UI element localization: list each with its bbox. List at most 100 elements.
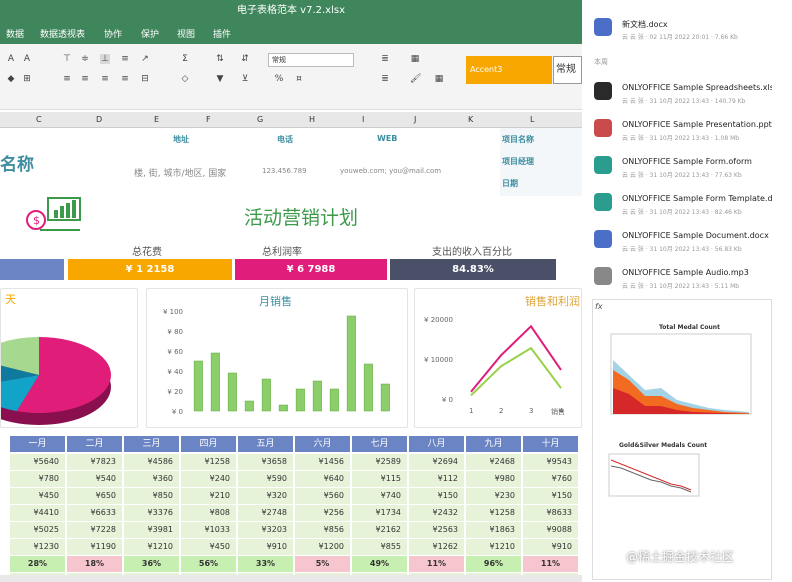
table-cell[interactable]: ¥1230 [10,539,65,555]
align-middle-icon[interactable]: ≑ [80,54,90,64]
insert-cells-icon[interactable]: ≣ [380,54,390,64]
table-cell[interactable]: ¥1190 [67,539,122,555]
table-cell[interactable]: ¥6633 [67,505,122,521]
table-cell[interactable]: 5% [295,556,350,572]
table-cell[interactable]: ¥5025 [10,522,65,538]
sort-icon[interactable]: ⇅ [215,54,225,64]
table-cell[interactable]: 三月 [124,436,179,452]
table-cell[interactable]: ¥320 [238,488,293,504]
table-cell[interactable]: ¥560 [295,488,350,504]
table-cell[interactable]: ¥9088 [523,522,578,538]
table-cell[interactable]: ¥450 [10,488,65,504]
file-item[interactable]: ONLYOFFICE Sample Form Template.docxf 云 云… [582,187,792,223]
table-cell[interactable]: ¥240 [181,471,236,487]
table-cell[interactable]: 四月 [181,436,236,452]
delete-cells-icon[interactable]: ≣ [380,74,390,84]
table-cell[interactable]: ¥640 [295,471,350,487]
table-cell[interactable]: 18% [67,556,122,572]
table-cell[interactable]: ¥780 [10,471,65,487]
table-cell[interactable]: ¥1258 [181,454,236,470]
file-item[interactable]: ONLYOFFICE Sample Audio.mp3 云 云 张 · 31 10… [582,261,792,297]
col-header[interactable]: F [206,115,211,124]
table-cell[interactable]: ¥3981 [124,522,179,538]
spreadsheet-thumbnail[interactable]: fx Total Medal Count Gold&Silver Medals … [592,299,772,580]
menu-item-view[interactable]: 视图 [177,27,195,40]
table-cell[interactable]: ¥1262 [409,539,464,555]
table-cell[interactable]: ¥1033 [181,522,236,538]
table-cell[interactable]: ¥740 [352,488,407,504]
table-cell[interactable]: ¥808 [181,505,236,521]
menu-item-plugins[interactable]: 插件 [213,27,231,40]
table-cell[interactable]: ¥3658 [238,454,293,470]
table-cell[interactable]: ¥1210 [466,539,521,555]
style-accent3[interactable]: Accent3 [466,56,552,84]
table-cell[interactable]: ¥856 [295,522,350,538]
table-cell[interactable]: ¥7823 [67,454,122,470]
orientation-icon[interactable]: ↗ [140,54,150,64]
filter-icon[interactable]: ▼ [215,74,225,84]
currency-icon[interactable]: ¤ [294,74,304,84]
table-cell[interactable]: ¥8633 [523,505,578,521]
table-cell[interactable]: 11% [523,556,578,572]
table-cell[interactable]: ¥2468 [466,454,521,470]
table-cell[interactable]: 一月 [10,436,65,452]
format-as-table-icon[interactable]: ▦ [410,54,420,64]
table-cell[interactable]: ¥9543 [523,454,578,470]
table-cell[interactable]: ¥150 [409,488,464,504]
table-cell[interactable]: ¥112 [409,471,464,487]
table-cell[interactable]: ¥2748 [238,505,293,521]
sheet-tabs[interactable] [0,575,582,582]
table-cell[interactable]: ¥855 [352,539,407,555]
file-item[interactable]: ONLYOFFICE Sample Presentation.pptx 云 云 张… [582,113,792,149]
table-cell[interactable]: 二月 [67,436,122,452]
table-cell[interactable]: ¥150 [523,488,578,504]
table-cell[interactable]: 56% [181,556,236,572]
table-cell[interactable]: ¥910 [523,539,578,555]
table-cell[interactable]: 七月 [352,436,407,452]
table-cell[interactable]: ¥115 [352,471,407,487]
table-cell[interactable]: ¥590 [238,471,293,487]
menu-item-data[interactable]: 数据 [6,27,24,40]
table-cell[interactable]: ¥4586 [124,454,179,470]
table-cell[interactable]: ¥910 [238,539,293,555]
table-cell[interactable]: ¥2432 [409,505,464,521]
col-header[interactable]: J [414,115,416,124]
style-normal[interactable]: 常规 [553,56,582,84]
table-cell[interactable]: ¥2162 [352,522,407,538]
table-cell[interactable]: ¥230 [466,488,521,504]
table-cell[interactable]: 96% [466,556,521,572]
table-cell[interactable]: 36% [124,556,179,572]
align-top-icon[interactable]: ⊤ [62,54,72,64]
col-header[interactable]: C [36,115,42,124]
table-cell[interactable]: ¥2694 [409,454,464,470]
justify-icon[interactable]: ≡ [120,74,130,84]
file-item[interactable]: ONLYOFFICE Sample Form.oform 云 云 张 · 31 1… [582,150,792,186]
table-cell[interactable]: 十月 [523,436,578,452]
remove-filter-icon[interactable]: ⊻ [240,74,250,84]
table-cell[interactable]: ¥1258 [466,505,521,521]
cell-settings-icon[interactable]: ▦ [434,74,444,84]
col-header[interactable]: E [154,115,159,124]
col-header[interactable]: L [530,115,534,124]
align-bottom-icon[interactable]: ⊥ [100,54,110,64]
table-cell[interactable]: 五月 [238,436,293,452]
table-cell[interactable]: ¥1863 [466,522,521,538]
table-cell[interactable]: ¥5640 [10,454,65,470]
table-cell[interactable]: 28% [10,556,65,572]
table-cell[interactable]: ¥4410 [10,505,65,521]
col-header[interactable]: K [468,115,473,124]
table-cell[interactable]: 49% [352,556,407,572]
table-cell[interactable]: ¥850 [124,488,179,504]
font-size-down-icon[interactable]: A [22,54,32,64]
merge-icon[interactable]: ⊟ [140,74,150,84]
table-cell[interactable]: ¥540 [67,471,122,487]
col-header[interactable]: D [96,115,102,124]
table-cell[interactable]: ¥450 [181,539,236,555]
wrap-icon[interactable]: ≡ [120,54,130,64]
table-cell[interactable]: ¥1210 [124,539,179,555]
table-cell[interactable]: ¥210 [181,488,236,504]
table-cell[interactable]: ¥1734 [352,505,407,521]
file-item[interactable]: ONLYOFFICE Sample Spreadsheets.xlsx 云 云 张… [582,76,792,112]
sum-icon[interactable]: Σ [180,54,190,64]
table-cell[interactable]: ¥980 [466,471,521,487]
